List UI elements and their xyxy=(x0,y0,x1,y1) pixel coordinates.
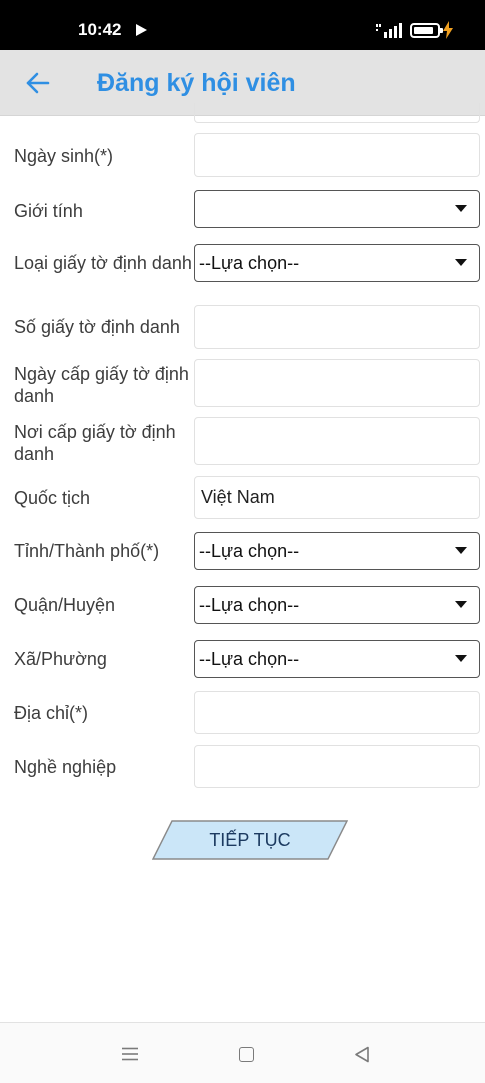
field-label: Loại giấy tờ định danh xyxy=(14,253,192,273)
select-value: --Lựa chọn-- xyxy=(199,594,300,615)
province-select[interactable]: --Lựa chọn-- xyxy=(194,532,480,570)
select-value: --Lựa chọn-- xyxy=(199,540,300,561)
field-label: Tỉnh/Thành phố(*) xyxy=(14,541,160,561)
status-time: 10:42 xyxy=(78,20,122,39)
field-label: Giới tính xyxy=(14,201,83,221)
district-select[interactable]: --Lựa chọn-- xyxy=(194,586,480,624)
occupation-input[interactable] xyxy=(194,745,480,788)
field-label: Nghề nghiệp xyxy=(14,757,117,777)
partial-input[interactable] xyxy=(194,103,480,123)
back-triangle-icon[interactable] xyxy=(354,1046,370,1063)
charge-icon xyxy=(443,21,453,39)
signal-icon xyxy=(376,23,402,38)
select-value: --Lựa chọn-- xyxy=(199,648,300,669)
system-nav-bar xyxy=(0,1022,485,1083)
continue-button[interactable]: TIẾP TỤC xyxy=(152,820,348,860)
field-label: Quận/Huyện xyxy=(14,595,116,615)
arrow-left-icon[interactable] xyxy=(24,69,52,97)
field-label: Ngày cấp giấy tờ định danh xyxy=(14,364,189,406)
birthdate-input[interactable] xyxy=(194,133,480,177)
issue-place-input[interactable] xyxy=(194,417,480,465)
field-label: Số giấy tờ định danh xyxy=(14,317,180,337)
nationality-input[interactable]: Việt Nam xyxy=(194,476,480,519)
gender-select[interactable] xyxy=(194,190,480,228)
registration-form: Ngày sinh(*) Giới tính Loại giấy tờ định… xyxy=(0,103,485,1022)
chevron-down-icon xyxy=(455,205,467,212)
select-value: --Lựa chọn-- xyxy=(199,252,300,273)
field-label: Nơi cấp giấy tờ định danh xyxy=(14,422,176,464)
id-number-input[interactable] xyxy=(194,305,480,349)
play-icon xyxy=(136,24,147,36)
page-title: Đăng ký hội viên xyxy=(97,69,296,97)
home-square-icon[interactable] xyxy=(239,1047,254,1062)
ward-select[interactable]: --Lựa chọn-- xyxy=(194,640,480,678)
field-label: Quốc tịch xyxy=(14,488,91,508)
issue-date-input[interactable] xyxy=(194,359,480,407)
continue-label: TIẾP TỤC xyxy=(209,830,291,850)
id-type-select[interactable]: --Lựa chọn-- xyxy=(194,244,480,282)
field-label: Địa chỉ(*) xyxy=(14,703,89,723)
menu-icon[interactable] xyxy=(121,1047,139,1061)
battery-icon xyxy=(410,23,443,38)
chevron-down-icon xyxy=(455,259,467,266)
chevron-down-icon xyxy=(455,601,467,608)
status-bar: 10:42 xyxy=(0,0,485,50)
field-label: Ngày sinh(*) xyxy=(14,146,114,166)
address-input[interactable] xyxy=(194,691,480,734)
chevron-down-icon xyxy=(455,547,467,554)
field-label: Xã/Phường xyxy=(14,649,107,669)
chevron-down-icon xyxy=(455,655,467,662)
